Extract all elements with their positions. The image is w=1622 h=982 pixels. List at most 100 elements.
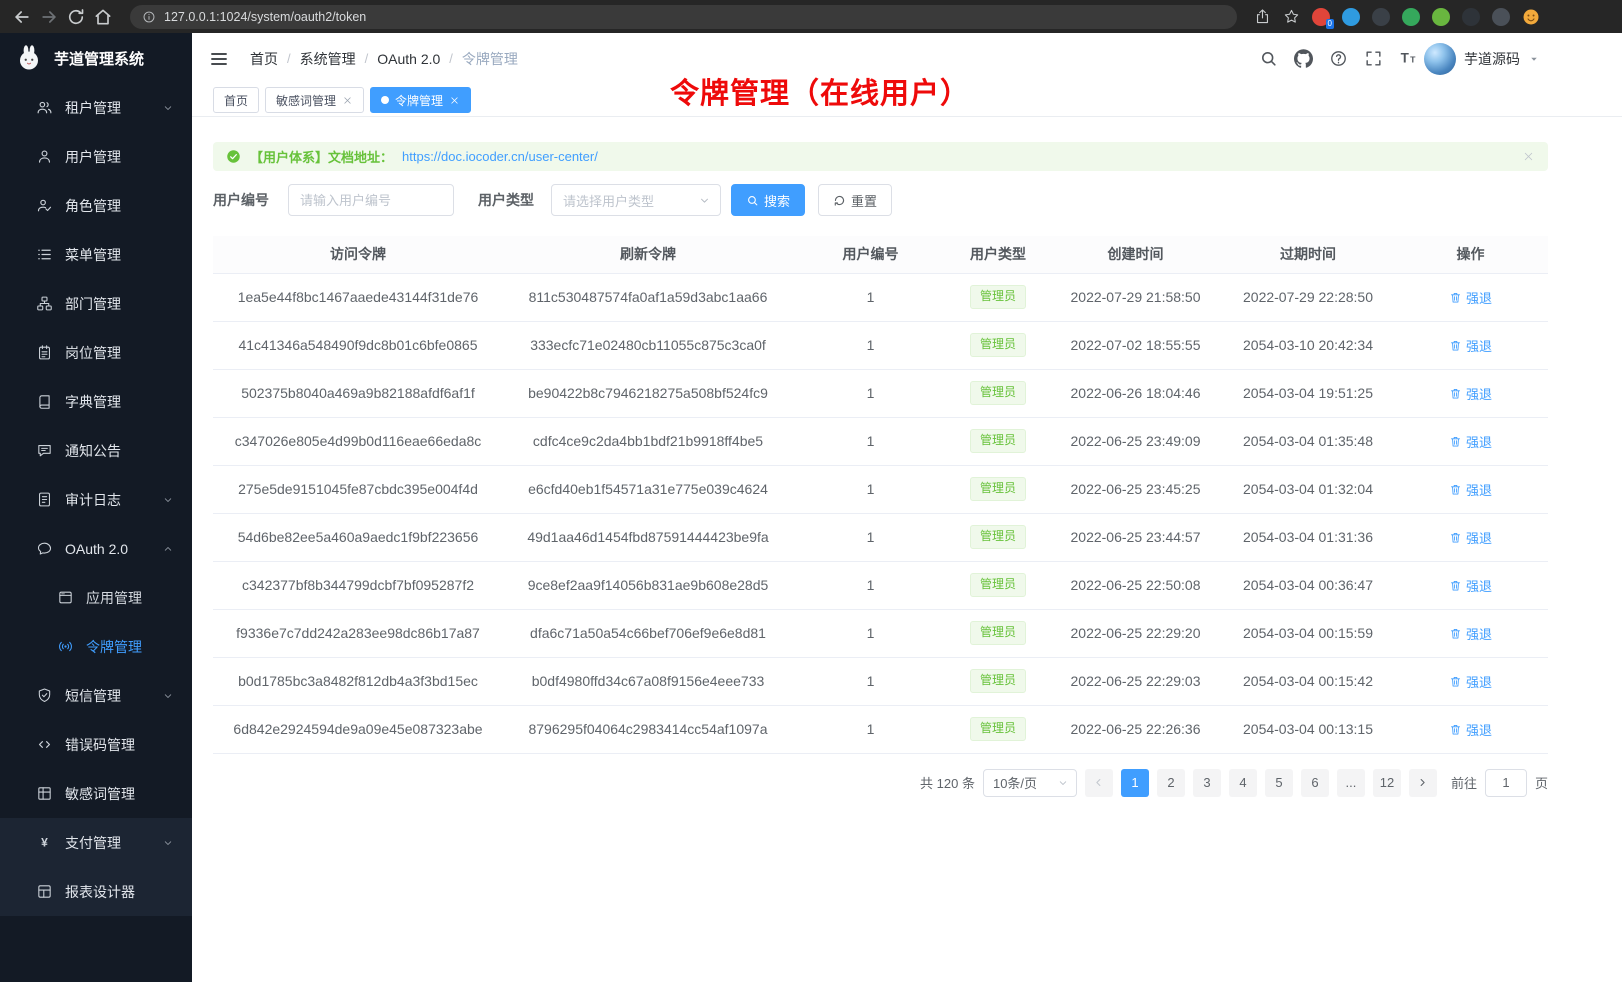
next-page-button[interactable] [1409,769,1437,797]
reset-button[interactable]: 重置 [818,184,892,216]
collapse-sidebar-icon[interactable] [209,49,229,69]
force-logout-button[interactable]: 强退 [1449,624,1492,643]
user-menu[interactable]: 芋道源码 [1424,43,1540,75]
column-header: 过期时间 [1223,236,1393,273]
extension-dark-icon[interactable] [1372,8,1390,26]
sidebar-item-oauth2-app[interactable]: 应用管理 [0,573,192,622]
user-type-cell: 管理员 [948,561,1048,609]
tab-sensitive-word[interactable]: 敏感词管理 [265,87,364,113]
question-icon[interactable] [1329,49,1348,68]
url-bar[interactable]: 127.0.0.1:1024/system/oauth2/token [130,5,1237,29]
force-logout-button[interactable]: 强退 [1449,576,1492,595]
star-icon[interactable] [1283,8,1300,25]
reload-icon[interactable] [66,7,86,27]
logo-rabbit-icon [14,43,44,73]
created-time-cell: 2022-06-25 22:29:03 [1048,657,1223,705]
page-button-2[interactable]: 2 [1157,769,1185,797]
share-icon[interactable] [1254,8,1271,25]
fontsize-icon[interactable]: TT [1399,49,1418,68]
user-type-badge: 管理员 [970,621,1026,645]
page-button-3[interactable]: 3 [1193,769,1221,797]
force-logout-button[interactable]: 强退 [1449,288,1492,307]
oauth-icon [36,540,53,557]
chevron-down-icon [162,102,174,114]
force-logout-button[interactable]: 强退 [1449,432,1492,451]
refresh-token-cell: 8796295f04064c2983414cc54af1097a [503,705,793,753]
tab-home[interactable]: 首页 [213,87,259,113]
access-token-cell: 41c41346a548490f9dc8b01c6bfe0865 [213,321,503,369]
sidebar-item-post[interactable]: 岗位管理 [0,328,192,377]
extension-slate-icon[interactable] [1492,8,1510,26]
extension-lime-icon[interactable] [1432,8,1450,26]
username: 芋道源码 [1464,49,1520,69]
sidebar-item-label: OAuth 2.0 [65,541,128,557]
sidebar-item-label: 租户管理 [65,98,121,118]
breadcrumb-item[interactable]: OAuth 2.0 [377,51,440,67]
user-type-select[interactable]: 请选择用户类型 [551,184,721,216]
alert-link[interactable]: https://doc.iocoder.cn/user-center/ [402,149,598,164]
trash-icon [1449,291,1462,304]
search-button[interactable]: 搜索 [731,184,805,216]
extension-blue-icon[interactable] [1342,8,1360,26]
sidebar-item-dict[interactable]: 字典管理 [0,377,192,426]
force-logout-button[interactable]: 强退 [1449,480,1492,499]
extension-gray-icon[interactable] [1462,8,1480,26]
profile-smiley-icon[interactable] [1522,8,1540,26]
sidebar-item-menu[interactable]: 菜单管理 [0,230,192,279]
extension-red-icon[interactable]: 0 [1312,8,1330,26]
sidebar-item-audit[interactable]: 审计日志 [0,475,192,524]
trash-icon [1449,579,1462,592]
back-icon[interactable] [12,7,32,27]
search-icon[interactable] [1259,49,1278,68]
forward-icon[interactable] [39,7,59,27]
trash-icon [1449,387,1462,400]
sidebar-item-errcode[interactable]: 错误码管理 [0,720,192,769]
force-logout-button[interactable]: 强退 [1449,384,1492,403]
extension-green-icon[interactable] [1402,8,1420,26]
page-button-5[interactable]: 5 [1265,769,1293,797]
sidebar-item-oauth2-token[interactable]: 令牌管理 [0,622,192,671]
created-time-cell: 2022-07-29 21:58:50 [1048,273,1223,321]
expire-time-cell: 2022-07-29 22:28:50 [1223,273,1393,321]
tab-label: 敏感词管理 [276,92,336,109]
tab-close-icon[interactable] [449,95,460,106]
page-size-value: 10条/页 [993,773,1037,792]
goto-page-input[interactable] [1485,769,1527,797]
sidebar-item-pay[interactable]: ¥支付管理 [0,818,192,867]
sidebar-item-report[interactable]: 报表设计器 [0,867,192,916]
sidebar-item-role[interactable]: 角色管理 [0,181,192,230]
sidebar-item-sensitive[interactable]: 敏感词管理 [0,769,192,818]
breadcrumb-item[interactable]: 首页 [250,49,278,69]
github-icon[interactable] [1294,49,1313,68]
tab-token[interactable]: 令牌管理 [370,87,471,113]
page-button-6[interactable]: 6 [1301,769,1329,797]
force-logout-button[interactable]: 强退 [1449,528,1492,547]
prev-page-button[interactable] [1085,769,1113,797]
sidebar-item-user[interactable]: 用户管理 [0,132,192,181]
info-icon[interactable] [142,10,156,24]
user-id-cell: 1 [793,513,948,561]
page-button-12[interactable]: 12 [1373,769,1401,797]
force-logout-button[interactable]: 强退 [1449,336,1492,355]
alert-close-icon[interactable] [1522,150,1535,163]
sidebar-item-dept[interactable]: 部门管理 [0,279,192,328]
fullscreen-icon[interactable] [1364,49,1383,68]
force-logout-button[interactable]: 强退 [1449,672,1492,691]
breadcrumb-item[interactable]: 系统管理 [300,49,356,69]
sidebar-item-notice[interactable]: 通知公告 [0,426,192,475]
user-type-badge: 管理员 [970,477,1026,501]
sidebar-item-oauth2[interactable]: OAuth 2.0 [0,524,192,573]
audit-icon [36,491,53,508]
page-ellipsis[interactable]: ... [1337,769,1365,797]
sidebar-item-tenant[interactable]: 租户管理 [0,83,192,132]
tab-close-icon[interactable] [342,95,353,106]
user-id-input[interactable] [288,184,454,216]
breadcrumb-separator: / [449,51,453,66]
page-button-4[interactable]: 4 [1229,769,1257,797]
force-logout-button[interactable]: 强退 [1449,720,1492,739]
sidebar-item-sms[interactable]: 短信管理 [0,671,192,720]
page-size-select[interactable]: 10条/页 [983,769,1077,797]
home-icon[interactable] [93,7,113,27]
action-cell: 强退 [1393,705,1548,753]
page-button-1[interactable]: 1 [1121,769,1149,797]
